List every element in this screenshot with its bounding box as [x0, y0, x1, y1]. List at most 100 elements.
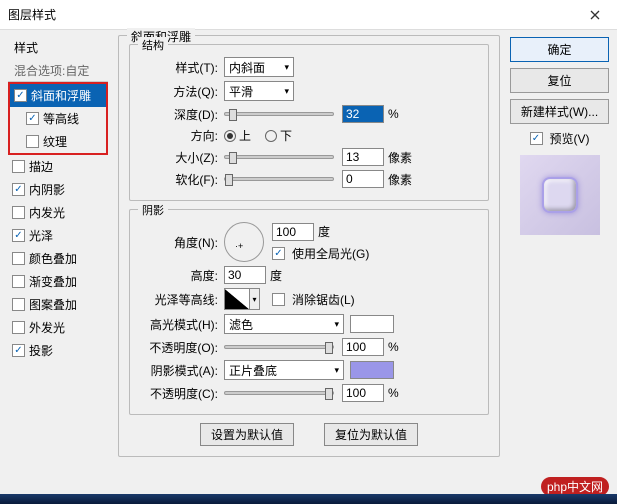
cancel-button[interactable]: 复位	[510, 68, 609, 93]
checkbox-icon[interactable]	[12, 344, 25, 357]
style-color-overlay[interactable]: 颜色叠加	[8, 247, 108, 270]
gloss-contour-swatch[interactable]	[224, 288, 250, 310]
bevel-group: 斜面和浮雕 结构 样式(T): 内斜面▾ 方法(Q): 平滑▾ 深度(D): 3…	[118, 35, 500, 457]
close-button[interactable]	[572, 0, 617, 30]
unit-label: %	[388, 107, 399, 121]
highlight-annotation: 斜面和浮雕 等高线 纹理	[8, 82, 108, 155]
soften-label: 软化(F):	[140, 171, 218, 188]
direction-up-radio[interactable]: 上	[224, 127, 251, 144]
unit-label: %	[388, 386, 399, 400]
style-type-label: 样式(T):	[140, 59, 218, 76]
soften-input[interactable]: 0	[342, 170, 384, 188]
unit-label: 像素	[388, 149, 412, 166]
highlight-mode-select[interactable]: 滤色▾	[224, 314, 344, 334]
checkbox-icon[interactable]	[26, 112, 39, 125]
crosshair-icon: ·+	[235, 241, 243, 251]
make-default-button[interactable]: 设置为默认值	[200, 423, 294, 446]
soften-slider[interactable]	[224, 177, 334, 181]
style-label: 内阴影	[29, 181, 65, 198]
new-style-button[interactable]: 新建样式(W)...	[510, 99, 609, 124]
angle-label: 角度(N):	[140, 234, 218, 251]
style-label: 外发光	[29, 319, 65, 336]
shadow-opacity-input[interactable]: 100	[342, 384, 384, 402]
subgroup-title: 阴影	[138, 202, 168, 218]
style-inner-glow[interactable]: 内发光	[8, 201, 108, 224]
styles-header: 样式	[8, 35, 108, 60]
taskbar	[0, 494, 617, 504]
highlight-opacity-input[interactable]: 100	[342, 338, 384, 356]
shadow-subgroup: 阴影 角度(N): ·+ 100 度 使用全局光(G) 高度: 30	[129, 209, 489, 415]
style-label: 斜面和浮雕	[31, 87, 91, 104]
shadow-color-swatch[interactable]	[350, 361, 394, 379]
style-type-select[interactable]: 内斜面▾	[224, 57, 294, 77]
checkbox-icon[interactable]	[12, 206, 25, 219]
style-drop-shadow[interactable]: 投影	[8, 339, 108, 362]
altitude-input[interactable]: 30	[224, 266, 266, 284]
contour-dropdown[interactable]: ▾	[250, 288, 260, 310]
style-stroke[interactable]: 描边	[8, 155, 108, 178]
gloss-contour-label: 光泽等高线:	[140, 291, 218, 308]
highlight-mode-label: 高光模式(H):	[140, 316, 218, 333]
size-label: 大小(Z):	[140, 149, 218, 166]
style-label: 等高线	[43, 110, 79, 127]
size-input[interactable]: 13	[342, 148, 384, 166]
global-light-checkbox[interactable]: 使用全局光(G)	[272, 245, 369, 262]
angle-dial[interactable]: ·+	[224, 222, 264, 262]
checkbox-icon[interactable]	[12, 229, 25, 242]
style-contour[interactable]: 等高线	[10, 107, 106, 130]
highlight-opacity-label: 不透明度(O):	[140, 339, 218, 356]
action-panel: 确定 复位 新建样式(W)... 预览(V)	[504, 35, 609, 485]
style-gradient-overlay[interactable]: 渐变叠加	[8, 270, 108, 293]
chevron-down-icon: ▾	[334, 365, 339, 376]
style-label: 光泽	[29, 227, 53, 244]
unit-label: %	[388, 340, 399, 354]
checkbox-icon[interactable]	[12, 160, 25, 173]
style-inner-shadow[interactable]: 内阴影	[8, 178, 108, 201]
ok-button[interactable]: 确定	[510, 37, 609, 62]
shadow-mode-select[interactable]: 正片叠底▾	[224, 360, 344, 380]
shadow-mode-label: 阴影模式(A):	[140, 362, 218, 379]
style-label: 内发光	[29, 204, 65, 221]
structure-subgroup: 结构 样式(T): 内斜面▾ 方法(Q): 平滑▾ 深度(D): 32 % 方向…	[129, 44, 489, 201]
style-outer-glow[interactable]: 外发光	[8, 316, 108, 339]
radio-icon	[224, 130, 236, 142]
checkbox-icon[interactable]	[26, 135, 39, 148]
checkbox-icon[interactable]	[14, 89, 27, 102]
style-bevel-emboss[interactable]: 斜面和浮雕	[10, 84, 106, 107]
reset-default-button[interactable]: 复位为默认值	[324, 423, 418, 446]
dialog-title: 图层样式	[8, 6, 56, 23]
style-satin[interactable]: 光泽	[8, 224, 108, 247]
anti-alias-checkbox[interactable]: 消除锯齿(L)	[272, 291, 355, 308]
checkbox-icon[interactable]	[12, 321, 25, 334]
highlight-color-swatch[interactable]	[350, 315, 394, 333]
depth-input[interactable]: 32	[342, 105, 384, 123]
shadow-opacity-label: 不透明度(C):	[140, 385, 218, 402]
direction-down-radio[interactable]: 下	[265, 127, 292, 144]
checkbox-icon[interactable]	[12, 183, 25, 196]
checkbox-icon[interactable]	[12, 275, 25, 288]
technique-select[interactable]: 平滑▾	[224, 81, 294, 101]
angle-input[interactable]: 100	[272, 223, 314, 241]
close-icon	[590, 10, 600, 20]
preview-checkbox[interactable]: 预览(V)	[530, 130, 590, 147]
depth-label: 深度(D):	[140, 106, 218, 123]
settings-panel: 斜面和浮雕 结构 样式(T): 内斜面▾ 方法(Q): 平滑▾ 深度(D): 3…	[114, 35, 504, 485]
checkbox-icon[interactable]	[12, 298, 25, 311]
size-slider[interactable]	[224, 155, 334, 159]
style-label: 纹理	[43, 133, 67, 150]
style-label: 渐变叠加	[29, 273, 77, 290]
blend-options[interactable]: 混合选项:自定	[8, 60, 108, 82]
style-pattern-overlay[interactable]: 图案叠加	[8, 293, 108, 316]
checkbox-icon[interactable]	[12, 252, 25, 265]
altitude-label: 高度:	[140, 267, 218, 284]
style-texture[interactable]: 纹理	[10, 130, 106, 153]
style-label: 图案叠加	[29, 296, 77, 313]
unit-label: 像素	[388, 171, 412, 188]
shadow-opacity-slider[interactable]	[224, 391, 334, 395]
style-label: 投影	[29, 342, 53, 359]
style-label: 颜色叠加	[29, 250, 77, 267]
highlight-opacity-slider[interactable]	[224, 345, 334, 349]
depth-slider[interactable]	[224, 112, 334, 116]
chevron-down-icon: ▾	[334, 319, 339, 330]
chevron-down-icon: ▾	[284, 62, 289, 73]
